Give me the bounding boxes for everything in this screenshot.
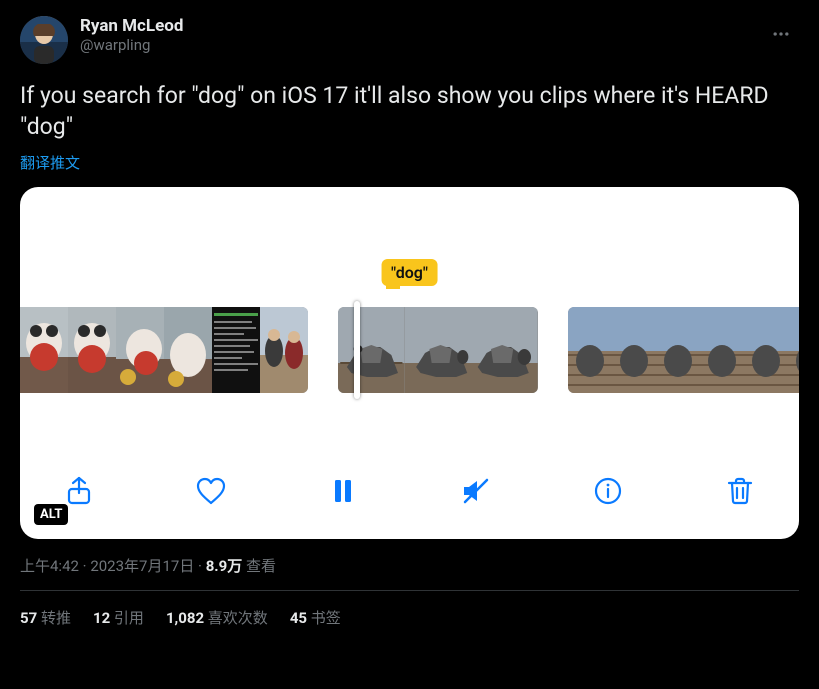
like-button[interactable] — [188, 468, 234, 514]
more-options-button[interactable] — [763, 16, 799, 52]
video-frame — [788, 307, 799, 393]
clip-gap — [308, 307, 338, 393]
engagement-stats: 57 转推 12 引用 1,082 喜欢次数 45 书签 — [20, 591, 799, 628]
alt-badge[interactable]: ALT — [34, 504, 68, 525]
bookmarks-stat[interactable]: 45 书签 — [290, 607, 341, 628]
playhead[interactable] — [354, 301, 360, 399]
translate-link[interactable]: 翻译推文 — [20, 152, 80, 173]
search-term-badge: "dog" — [381, 259, 438, 286]
video-frame — [568, 307, 612, 393]
tweet-time: 上午4:42 — [20, 557, 79, 575]
quotes-label: 引用 — [114, 609, 144, 627]
tweet-meta[interactable]: 上午4:42 2023年7月17日 8.9万 查看 — [20, 555, 799, 576]
tweet: Ryan McLeod @warpling If you search for … — [0, 0, 819, 628]
quotes-count: 12 — [93, 609, 110, 627]
search-term-marker — [386, 285, 400, 289]
author-handle[interactable]: @warpling — [80, 36, 183, 54]
meta-separator — [79, 557, 90, 575]
video-frame — [744, 307, 788, 393]
info-button[interactable] — [585, 468, 631, 514]
retweets-stat[interactable]: 57 转推 — [20, 607, 71, 628]
meta-separator — [194, 557, 205, 575]
clip-group[interactable] — [568, 307, 799, 393]
likes-stat[interactable]: 1,082 喜欢次数 — [166, 607, 268, 628]
retweets-label: 转推 — [41, 609, 71, 627]
clip-group[interactable] — [20, 307, 308, 393]
info-icon — [592, 475, 624, 507]
tweet-text: If you search for "dog" on iOS 17 it'll … — [20, 80, 799, 142]
thumbnail-strip[interactable] — [20, 307, 799, 393]
profile-row[interactable]: Ryan McLeod @warpling — [20, 16, 183, 64]
video-frame — [164, 307, 212, 393]
mute-icon — [460, 475, 492, 507]
video-frame — [260, 307, 308, 393]
tweet-header: Ryan McLeod @warpling — [20, 16, 799, 64]
bookmarks-count: 45 — [290, 609, 307, 627]
bookmarks-label: 书签 — [311, 609, 341, 627]
heart-icon — [195, 475, 227, 507]
likes-label: 喜欢次数 — [208, 609, 268, 627]
video-timeline[interactable]: "dog" — [20, 291, 799, 403]
video-frame — [338, 307, 405, 393]
clip-group[interactable] — [338, 307, 538, 393]
video-frame — [656, 307, 700, 393]
ellipsis-icon — [771, 24, 791, 44]
retweets-count: 57 — [20, 609, 37, 627]
tweet-date: 2023年7月17日 — [90, 557, 194, 575]
clip-gap — [538, 307, 568, 393]
author-display-name[interactable]: Ryan McLeod — [80, 16, 183, 36]
avatar[interactable] — [20, 16, 68, 64]
views-label: 查看 — [246, 557, 276, 575]
media-toolbar — [20, 461, 799, 521]
quotes-stat[interactable]: 12 引用 — [93, 607, 144, 628]
media-card[interactable]: "dog" — [20, 187, 799, 539]
video-frame — [612, 307, 656, 393]
delete-button[interactable] — [717, 468, 763, 514]
author-name-column: Ryan McLeod @warpling — [80, 16, 183, 54]
video-frame — [68, 307, 116, 393]
video-frame — [700, 307, 744, 393]
video-frame — [116, 307, 164, 393]
video-frame — [471, 307, 538, 393]
pause-icon — [327, 475, 359, 507]
mute-button[interactable] — [453, 468, 499, 514]
video-frame — [20, 307, 68, 393]
views-count: 8.9万 — [206, 557, 243, 575]
trash-icon — [724, 475, 756, 507]
video-frame — [405, 307, 472, 393]
share-icon — [63, 475, 95, 507]
video-frame — [212, 307, 260, 393]
play-pause-button[interactable] — [320, 468, 366, 514]
likes-count: 1,082 — [166, 609, 204, 627]
